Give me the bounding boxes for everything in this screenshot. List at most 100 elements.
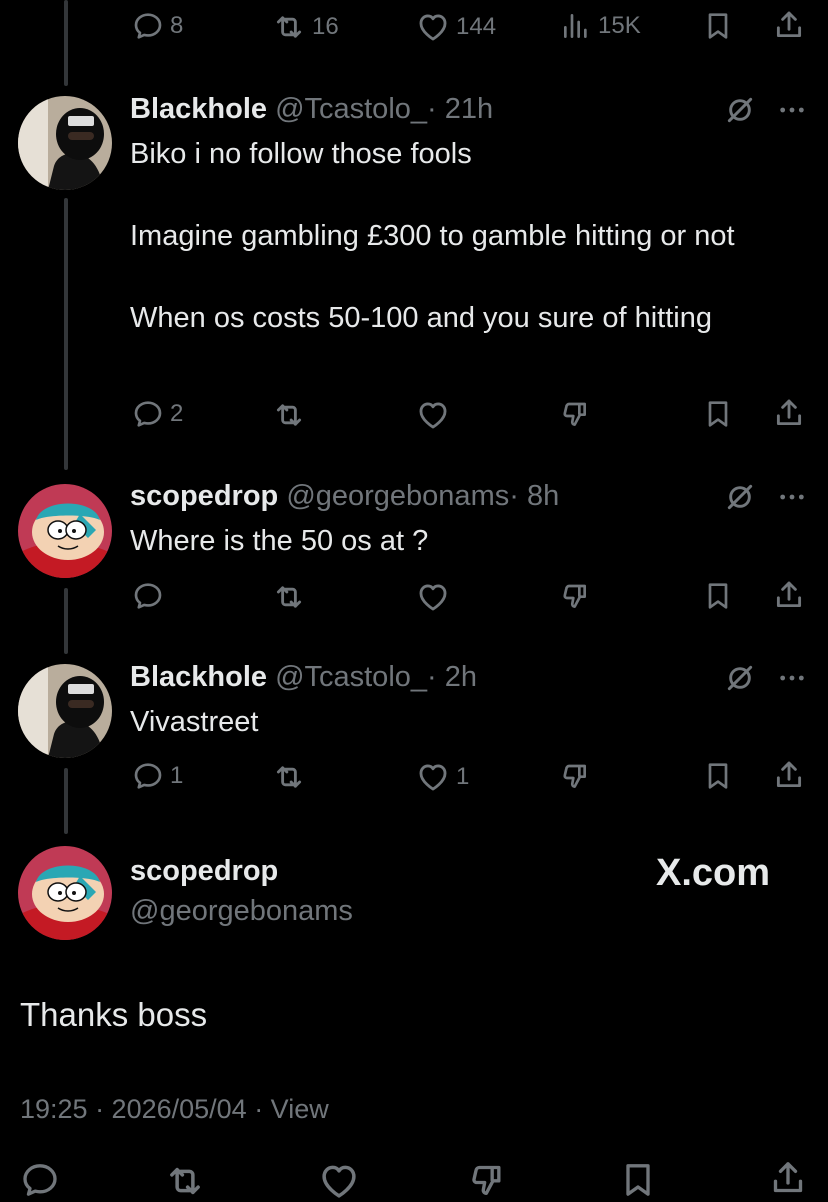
post-text: Thanks boss	[20, 996, 208, 1033]
downvote-icon	[560, 760, 592, 792]
bookmark-icon	[702, 760, 734, 792]
display-name[interactable]: Blackhole	[130, 93, 267, 125]
grok-icon	[724, 481, 756, 513]
bookmark-icon	[702, 10, 734, 42]
reply-icon	[132, 398, 164, 430]
repost-icon	[272, 398, 306, 432]
downvote-button[interactable]	[560, 760, 592, 792]
tweet-text: Vivastreet	[130, 706, 259, 738]
tweet-text: Biko i no follow those fools Imagine gam…	[130, 138, 735, 334]
avatar[interactable]	[18, 484, 112, 578]
downvote-button[interactable]	[560, 398, 592, 430]
avatar[interactable]	[18, 664, 112, 758]
reply-count: 2	[170, 400, 184, 427]
like-button[interactable]	[416, 398, 456, 432]
bookmark-button[interactable]	[702, 10, 734, 42]
grok-button[interactable]	[724, 481, 756, 518]
downvote-icon	[560, 580, 592, 612]
timestamp[interactable]: · 8h	[509, 480, 559, 512]
grok-icon	[724, 662, 756, 694]
views-icon	[560, 10, 592, 42]
share-icon	[772, 396, 806, 430]
share-icon	[768, 1158, 808, 1198]
thread-line	[64, 198, 68, 470]
thread-line	[64, 0, 68, 86]
reply-icon	[20, 1160, 60, 1200]
bookmark-icon	[618, 1160, 658, 1200]
like-button[interactable]	[416, 580, 456, 614]
repost-button[interactable]	[164, 1160, 206, 1202]
more-button[interactable]	[776, 662, 808, 699]
grok-button[interactable]	[724, 94, 756, 131]
user-handle[interactable]: @georgebonams	[286, 480, 509, 512]
bookmark-button[interactable]	[702, 398, 734, 430]
like-button[interactable]: 144	[416, 10, 496, 44]
like-count: 1	[456, 763, 470, 790]
display-name[interactable]: scopedrop	[130, 480, 278, 512]
bookmark-icon	[702, 398, 734, 430]
more-icon	[776, 662, 808, 694]
thread-line	[64, 768, 68, 834]
reply-icon	[132, 760, 164, 792]
user-handle[interactable]: @Tcastolo_	[275, 93, 427, 125]
views-count: 15K	[598, 12, 641, 39]
repost-button[interactable]	[272, 580, 306, 614]
repost-icon	[272, 10, 306, 44]
tweet-text: Where is the 50 os at ?	[130, 525, 429, 557]
more-icon	[776, 481, 808, 513]
grok-icon	[724, 94, 756, 126]
timestamp[interactable]: · 21h	[427, 93, 493, 125]
bookmark-button[interactable]	[618, 1160, 658, 1200]
share-icon	[772, 578, 806, 612]
user-handle[interactable]: @georgebonams	[130, 895, 353, 928]
repost-button[interactable]: 16	[272, 10, 339, 44]
downvote-icon	[560, 398, 592, 430]
more-button[interactable]	[776, 94, 808, 131]
bookmark-icon	[702, 580, 734, 612]
reply-button[interactable]: 1	[132, 760, 183, 792]
grok-button[interactable]	[724, 662, 756, 699]
timestamp[interactable]: · 2h	[427, 661, 477, 693]
avatar[interactable]	[18, 96, 112, 190]
heart-icon	[318, 1160, 360, 1202]
reply-button[interactable]: 2	[132, 398, 183, 430]
heart-icon	[416, 10, 450, 44]
heart-icon	[416, 580, 450, 614]
like-button[interactable]	[318, 1160, 360, 1202]
reply-button[interactable]	[132, 580, 170, 612]
avatar[interactable]	[18, 846, 112, 940]
like-button[interactable]: 1	[416, 760, 469, 794]
heart-icon	[416, 398, 450, 432]
repost-icon	[164, 1160, 206, 1202]
repost-icon	[272, 760, 306, 794]
bookmark-button[interactable]	[702, 760, 734, 792]
reply-count: 8	[170, 12, 184, 39]
reply-button[interactable]	[20, 1160, 60, 1200]
share-icon	[772, 8, 806, 42]
share-button[interactable]	[772, 758, 806, 792]
reply-icon	[132, 580, 164, 612]
share-button[interactable]	[772, 578, 806, 612]
bookmark-button[interactable]	[702, 580, 734, 612]
display-name[interactable]: Blackhole	[130, 661, 267, 693]
downvote-button[interactable]	[468, 1160, 508, 1200]
repost-button[interactable]	[272, 760, 306, 794]
more-button[interactable]	[776, 481, 808, 518]
more-icon	[776, 94, 808, 126]
share-icon	[772, 758, 806, 792]
user-handle[interactable]: @Tcastolo_	[275, 661, 427, 693]
views-button[interactable]: 15K	[560, 10, 641, 42]
display-name[interactable]: scopedrop	[130, 855, 278, 888]
repost-button[interactable]	[272, 398, 306, 432]
reply-count: 1	[170, 762, 184, 789]
x-logo-watermark: X.com	[656, 852, 771, 894]
tweet-header: scopedrop @georgebonams· 8h	[130, 479, 559, 513]
share-button[interactable]	[772, 8, 806, 42]
downvote-icon	[468, 1160, 508, 1200]
reply-button[interactable]: 8	[132, 10, 183, 42]
heart-icon	[416, 760, 450, 794]
repost-count: 16	[312, 13, 339, 40]
share-button[interactable]	[772, 396, 806, 430]
downvote-button[interactable]	[560, 580, 592, 612]
share-button[interactable]	[768, 1158, 808, 1198]
